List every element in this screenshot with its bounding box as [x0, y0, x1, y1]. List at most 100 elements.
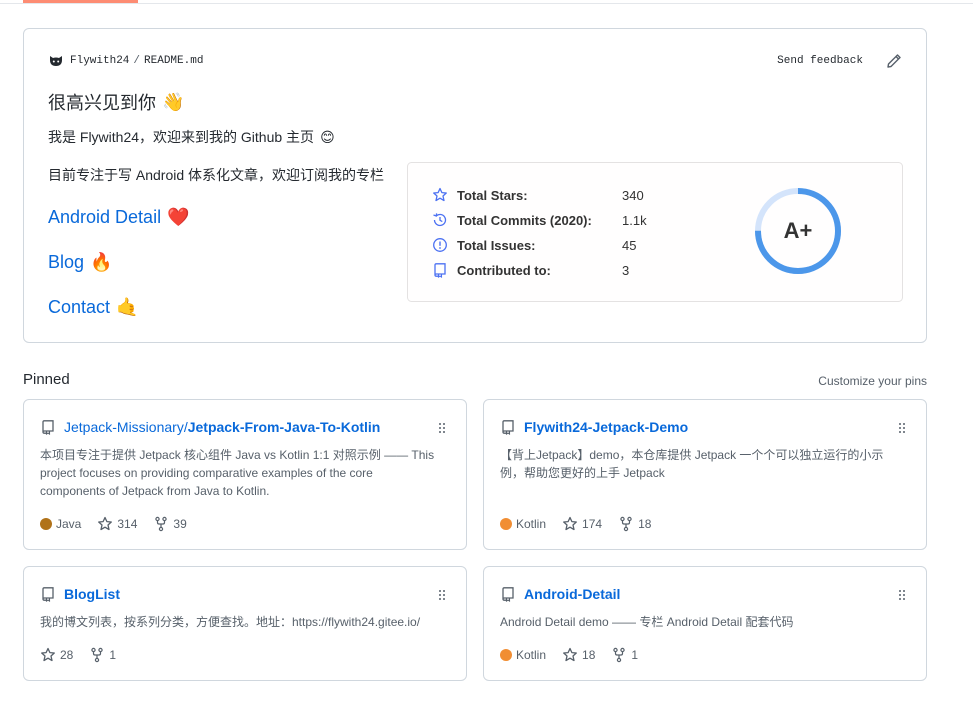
- repo-forks-link[interactable]: 1: [89, 647, 116, 663]
- repo-meta: Java 314 39: [40, 516, 203, 532]
- repo-stars-link[interactable]: 28: [40, 647, 73, 663]
- repo-language: Kotlin: [500, 517, 546, 531]
- language-color-dot: [500, 649, 512, 661]
- stat-label: Total Commits (2020):: [457, 212, 592, 228]
- stars-count: 174: [582, 517, 603, 531]
- grade-label: A+: [783, 218, 813, 243]
- readme-file-link[interactable]: README.md: [144, 55, 203, 67]
- stars-count: 18: [582, 648, 596, 662]
- drag-handle-icon[interactable]: [894, 420, 910, 436]
- repo-link[interactable]: BlogList: [64, 586, 120, 602]
- stat-row-commits: Total Commits (2020): 1.1k: [432, 212, 647, 228]
- star-icon: [98, 516, 113, 531]
- readme-focus-line: 目前专注于写 Android 体系化文章，欢迎订阅我的专栏: [48, 165, 384, 185]
- language-color-dot: [500, 518, 512, 530]
- forks-count: 18: [638, 517, 652, 531]
- repo-stars-link[interactable]: 174: [562, 516, 602, 532]
- profile-readme-card: Flywith24 / README.md Send feedback 很高兴见…: [23, 28, 927, 343]
- fork-icon: [613, 647, 626, 663]
- repo-icon: [502, 587, 514, 602]
- readme-user-link[interactable]: Flywith24: [70, 55, 129, 67]
- blog-label: Blog: [48, 252, 85, 272]
- send-feedback-link[interactable]: Send feedback: [777, 55, 863, 67]
- pinned-repo-card: Android-Detail Android Detail demo —— 专栏…: [483, 566, 927, 681]
- stat-label: Total Stars:: [457, 187, 528, 203]
- repo-name: Jetpack-From-Java-To-Kotlin: [187, 419, 381, 435]
- repo-icon: [42, 587, 54, 602]
- repo-forks-link[interactable]: 18: [618, 516, 651, 532]
- heart-emoji: ❤️: [167, 207, 190, 227]
- fire-emoji: 🔥: [90, 252, 113, 272]
- language-color-dot: [40, 518, 52, 530]
- repo-link[interactable]: Android-Detail: [524, 586, 620, 602]
- github-stats-card: Total Stars: 340 Total Commits (2020): 1…: [407, 162, 903, 302]
- repo-meta: 28 1: [40, 647, 132, 663]
- repo-stars-link[interactable]: 18: [562, 647, 595, 663]
- contact-link[interactable]: Contact 🤙: [48, 297, 138, 318]
- repo-forks-link[interactable]: 39: [153, 516, 187, 532]
- call-me-hand-emoji: 🤙: [116, 297, 139, 317]
- repo-forks-link[interactable]: 1: [611, 647, 638, 663]
- stat-value: 45: [622, 237, 637, 253]
- stat-value: 340: [622, 187, 644, 203]
- repo-description: Android Detail demo —— 专栏 Android Detail…: [500, 615, 794, 629]
- waving-hand-emoji: 👋: [162, 91, 185, 112]
- repo-card-header: BlogList: [40, 586, 120, 602]
- repo-icon: [434, 263, 446, 278]
- issue-icon: [433, 238, 447, 252]
- repo-card-header: Jetpack-Missionary/Jetpack-From-Java-To-…: [40, 419, 380, 435]
- star-icon: [433, 187, 447, 202]
- forks-count: 39: [173, 517, 187, 531]
- repo-description: 【背上Jetpack】demo，本仓库提供 Jetpack 一个个可以独立运行的…: [500, 448, 884, 480]
- drag-handle-icon[interactable]: [894, 587, 910, 603]
- repo-icon: [502, 420, 514, 435]
- android-detail-label: Android Detail: [48, 207, 162, 227]
- readme-greeting: 很高兴见到你 👋: [48, 89, 184, 115]
- repo-meta: Kotlin 174 18: [500, 516, 667, 532]
- stat-label: Contributed to:: [457, 262, 551, 278]
- language-name: Java: [56, 517, 82, 531]
- stars-count: 314: [117, 517, 138, 531]
- pencil-icon[interactable]: [886, 53, 902, 69]
- repo-card-header: Flywith24-Jetpack-Demo: [500, 419, 688, 435]
- stat-value: 1.1k: [622, 212, 647, 228]
- pinned-repo-card: Flywith24-Jetpack-Demo 【背上Jetpack】demo，本…: [483, 399, 927, 550]
- drag-handle-icon[interactable]: [434, 587, 450, 603]
- readme-breadcrumb: Flywith24 / README.md: [48, 53, 203, 69]
- star-icon: [41, 647, 55, 662]
- fork-icon: [620, 516, 632, 532]
- octocat-icon: [50, 56, 62, 66]
- blog-link[interactable]: Blog 🔥: [48, 252, 112, 273]
- language-name: Kotlin: [516, 517, 547, 531]
- android-detail-link[interactable]: Android Detail ❤️: [48, 207, 189, 228]
- greeting-text: 很高兴见到你: [48, 93, 156, 113]
- repo-stars-link[interactable]: 314: [97, 516, 137, 532]
- smile-emoji: 😊: [320, 128, 335, 145]
- repo-icon: [42, 420, 54, 435]
- fork-icon: [155, 516, 168, 532]
- stars-count: 28: [60, 648, 74, 662]
- pinned-repo-card: BlogList 我的博文列表，按系列分类，方便查找。地址：https://fl…: [23, 566, 467, 681]
- contact-label: Contact: [48, 297, 111, 317]
- drag-handle-icon[interactable]: [434, 420, 450, 436]
- repo-language: Java: [40, 517, 81, 531]
- stat-value: 3: [622, 262, 630, 278]
- repo-link[interactable]: Flywith24-Jetpack-Demo: [524, 419, 688, 435]
- customize-pins-link[interactable]: Customize your pins: [818, 374, 927, 388]
- star-icon: [563, 516, 577, 531]
- repo-description: 我的博文列表，按系列分类，方便查找。地址：https://flywith24.g…: [40, 615, 421, 629]
- pinned-heading: Pinned: [23, 371, 70, 388]
- star-icon: [563, 647, 577, 662]
- forks-count: 1: [631, 648, 639, 662]
- intro-text: 我是 Flywith24，欢迎来到我的 Github 主页: [48, 129, 315, 145]
- readme-intro-line: 我是 Flywith24，欢迎来到我的 Github 主页 😊: [48, 127, 335, 147]
- repo-card-header: Android-Detail: [500, 586, 620, 602]
- stat-row-contributed: Contributed to: 3: [432, 262, 629, 278]
- repo-link[interactable]: Jetpack-Missionary/Jetpack-From-Java-To-…: [64, 419, 380, 435]
- language-name: Kotlin: [516, 648, 547, 662]
- repo-description: 本项目专注于提供 Jetpack 核心组件 Java vs Kotlin 1:1…: [40, 448, 435, 498]
- stat-row-issues: Total Issues: 45: [432, 237, 636, 253]
- forks-count: 1: [109, 648, 117, 662]
- tab-bar-border: [0, 3, 973, 4]
- history-icon: [433, 213, 447, 227]
